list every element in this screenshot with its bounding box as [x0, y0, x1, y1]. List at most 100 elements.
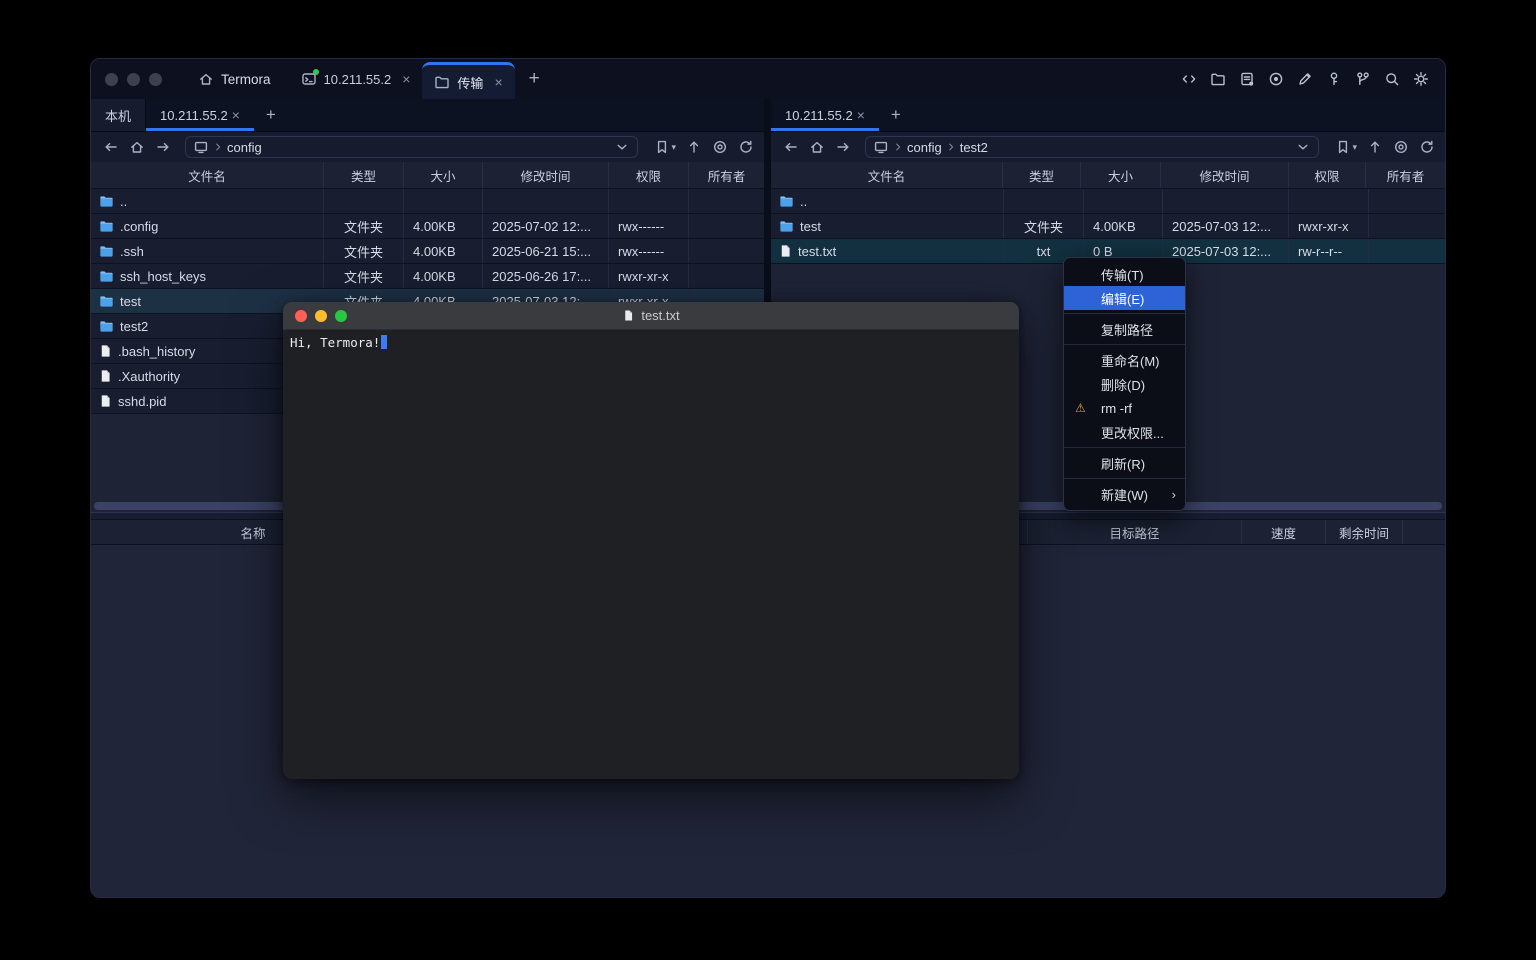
breadcrumb[interactable]: config test2: [865, 136, 1319, 158]
column-header-modified[interactable]: 修改时间: [483, 162, 609, 188]
home-button[interactable]: [805, 135, 829, 159]
column-header-name[interactable]: 文件名: [91, 162, 324, 188]
chevron-down-icon[interactable]: [1295, 139, 1311, 155]
column-header-owner[interactable]: 所有者: [1366, 162, 1445, 188]
column-header-target-path[interactable]: 目标路径: [1027, 520, 1241, 544]
editor-titlebar[interactable]: test.txt: [283, 302, 1019, 330]
bookmark-button[interactable]: ▾: [1335, 139, 1357, 155]
breadcrumb[interactable]: config: [185, 136, 638, 158]
tab-remote-left[interactable]: 10.211.55.2 ×: [146, 99, 254, 131]
right-toolbar-actions: ▾: [1329, 139, 1437, 155]
folder-icon: [99, 269, 114, 283]
close-tab-icon[interactable]: ×: [494, 74, 502, 90]
computer-icon: [193, 139, 209, 155]
column-header-owner[interactable]: 所有者: [689, 162, 764, 188]
breadcrumb-segment[interactable]: config: [907, 140, 942, 155]
file-modified: 2025-06-21 15:...: [483, 239, 609, 263]
chevron-right-icon: [893, 142, 903, 152]
menu-item-rename[interactable]: 重命名(M): [1064, 348, 1185, 372]
column-header-name[interactable]: 文件名: [771, 162, 1003, 188]
menu-item-edit[interactable]: 编辑(E): [1064, 286, 1185, 310]
forward-button[interactable]: [151, 135, 175, 159]
breadcrumb-segment[interactable]: test2: [960, 140, 988, 155]
column-header-perm[interactable]: 权限: [609, 162, 689, 188]
add-pane-tab-button[interactable]: +: [879, 99, 913, 131]
record-icon[interactable]: [1268, 71, 1284, 87]
close-tab-icon[interactable]: ×: [402, 71, 410, 87]
table-row[interactable]: test文件夹4.00KB2025-07-03 12:...rwxr-xr-x: [771, 214, 1445, 239]
tab-transfer[interactable]: 传输 ×: [422, 62, 514, 99]
folder-icon[interactable]: [1210, 71, 1226, 87]
show-hidden-icon[interactable]: [712, 139, 728, 155]
chevron-down-icon[interactable]: [614, 139, 630, 155]
search-icon[interactable]: [1384, 71, 1400, 87]
pencil-icon[interactable]: [1297, 71, 1313, 87]
menu-item-delete[interactable]: 删除(D): [1064, 372, 1185, 396]
right-pane-tabs: 10.211.55.2 × +: [771, 99, 1445, 132]
tab-ssh-session[interactable]: 10.211.55.2 ×: [289, 59, 423, 99]
add-pane-tab-button[interactable]: +: [254, 99, 288, 131]
upload-icon[interactable]: [1367, 139, 1383, 155]
file-type: 文件夹: [1004, 214, 1084, 238]
key-branch-icon[interactable]: [1355, 71, 1371, 87]
table-row[interactable]: .config文件夹4.00KB2025-07-02 12:...rwx----…: [91, 214, 764, 239]
table-row[interactable]: .ssh文件夹4.00KB2025-06-21 15:...rwx------: [91, 239, 764, 264]
menu-item-transfer[interactable]: 传输(T): [1064, 262, 1185, 286]
table-row[interactable]: ..: [91, 189, 764, 214]
close-tab-icon[interactable]: ×: [857, 107, 865, 123]
app-home-tab[interactable]: Termora: [180, 59, 289, 99]
file-type: 文件夹: [324, 239, 404, 263]
editor-zoom-button[interactable]: [335, 310, 347, 322]
minimize-window-button[interactable]: [127, 73, 140, 86]
home-button[interactable]: [125, 135, 149, 159]
menu-separator: [1064, 478, 1185, 479]
close-window-button[interactable]: [105, 73, 118, 86]
upload-icon[interactable]: [686, 139, 702, 155]
tab-local[interactable]: 本机: [91, 99, 146, 131]
column-header-size[interactable]: 大小: [404, 162, 483, 188]
bookmark-button[interactable]: ▾: [654, 139, 676, 155]
tab-remote-right[interactable]: 10.211.55.2 ×: [771, 99, 879, 131]
file-icon: [99, 344, 112, 358]
breadcrumb-segment[interactable]: config: [227, 140, 262, 155]
right-table-header: 文件名 类型 大小 修改时间 权限 所有者: [771, 162, 1445, 189]
column-header-speed[interactable]: 速度: [1241, 520, 1325, 544]
table-row[interactable]: ssh_host_keys文件夹4.00KB2025-06-26 17:...r…: [91, 264, 764, 289]
column-header-eta[interactable]: 剩余时间: [1325, 520, 1403, 544]
document-badge-icon[interactable]: [1239, 71, 1255, 87]
close-tab-icon[interactable]: ×: [232, 107, 240, 123]
key-icon[interactable]: [1326, 71, 1342, 87]
forward-button[interactable]: [831, 135, 855, 159]
file-type: 文件夹: [324, 264, 404, 288]
menu-item-chmod[interactable]: 更改权限...: [1064, 420, 1185, 444]
file-owner: [689, 239, 764, 263]
code-icon[interactable]: [1181, 71, 1197, 87]
refresh-icon[interactable]: [738, 139, 754, 155]
column-header-modified[interactable]: 修改时间: [1161, 162, 1289, 188]
new-tab-button[interactable]: +: [515, 59, 554, 99]
menu-item-refresh[interactable]: 刷新(R): [1064, 451, 1185, 475]
gear-icon[interactable]: [1413, 71, 1429, 87]
back-button[interactable]: [99, 135, 123, 159]
back-button[interactable]: [779, 135, 803, 159]
show-hidden-icon[interactable]: [1393, 139, 1409, 155]
table-row[interactable]: ..: [771, 189, 1445, 214]
app-title: Termora: [221, 72, 271, 87]
window-controls: [91, 59, 180, 99]
folder-icon: [434, 74, 450, 90]
file-owner: [1369, 189, 1445, 213]
column-header-perm[interactable]: 权限: [1289, 162, 1366, 188]
column-header-size[interactable]: 大小: [1081, 162, 1161, 188]
refresh-icon[interactable]: [1419, 139, 1435, 155]
menu-item-copy-path[interactable]: 复制路径: [1064, 317, 1185, 341]
menu-item-rm-rf[interactable]: ⚠ rm -rf: [1064, 396, 1185, 420]
column-header-type[interactable]: 类型: [1003, 162, 1081, 188]
editor-minimize-button[interactable]: [315, 310, 327, 322]
file-name: test: [120, 294, 141, 309]
editor-text: Hi, Termora!: [290, 335, 380, 350]
menu-item-new[interactable]: 新建(W) ›: [1064, 482, 1185, 506]
zoom-window-button[interactable]: [149, 73, 162, 86]
column-header-type[interactable]: 类型: [324, 162, 404, 188]
editor-content[interactable]: Hi, Termora!: [283, 330, 1019, 355]
editor-close-button[interactable]: [295, 310, 307, 322]
